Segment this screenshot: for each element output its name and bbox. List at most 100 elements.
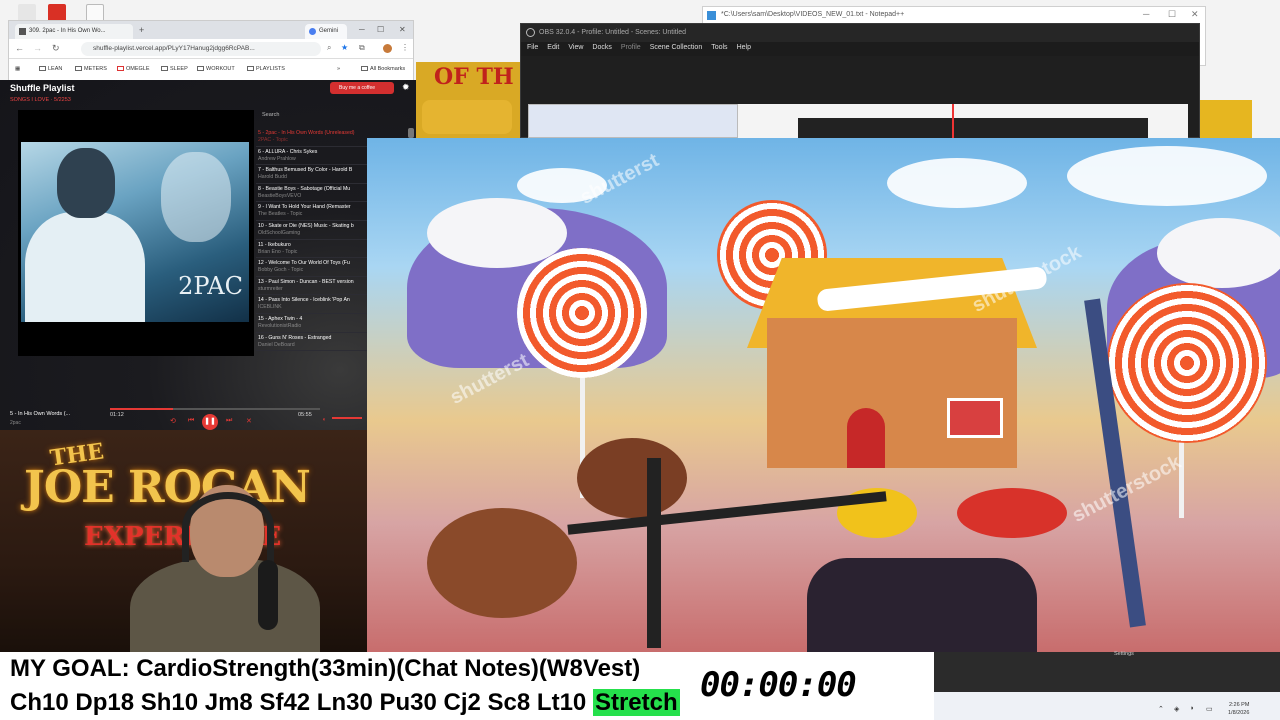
- tracklist-scrollbar[interactable]: [408, 128, 414, 138]
- tray-battery-icon[interactable]: ▭: [1206, 705, 1213, 713]
- time-current: 01:12: [110, 412, 124, 418]
- preview-red-line: [952, 104, 954, 138]
- profile-avatar-icon[interactable]: [383, 44, 392, 53]
- house-door: [847, 408, 885, 468]
- album-figure-head: [57, 148, 115, 218]
- menu-docks[interactable]: Docks: [592, 44, 611, 56]
- maximize-icon[interactable]: ☐: [1168, 9, 1176, 20]
- menu-dots-icon[interactable]: ⋮: [401, 43, 409, 52]
- reload-icon[interactable]: ↻: [52, 43, 60, 54]
- track-item[interactable]: 15 - Aphex Twin - 4 RevolutionistRadio: [256, 314, 368, 333]
- back-icon[interactable]: ←: [15, 43, 24, 53]
- settings-gear-icon[interactable]: ✹: [402, 82, 410, 93]
- track-item[interactable]: 13 - Paul Simon - Duncan - BEST version s…: [256, 277, 368, 296]
- track-item[interactable]: 14 - Pass Into Silence - Iceblink 'Pop A…: [256, 295, 368, 314]
- candy-land-video: shutterst shutterstock shutterst shutter…: [367, 138, 1280, 652]
- pause-button[interactable]: ❚❚: [202, 414, 218, 430]
- obs-settings-button[interactable]: Settings: [1114, 651, 1134, 657]
- notepad-app-icon: [707, 11, 716, 20]
- volume-icon[interactable]: ◖: [322, 417, 326, 423]
- preview-obs-thumb: [798, 118, 1148, 138]
- window-restore-icon[interactable]: ☐: [377, 25, 384, 34]
- tab-favicon: [19, 28, 26, 35]
- tab-shuffle-playlist[interactable]: 309. 2pac - In His Own Wo...: [15, 24, 133, 39]
- bookmark-meters[interactable]: METERS: [75, 66, 107, 72]
- menu-scene-collection[interactable]: Scene Collection: [650, 44, 703, 56]
- workout-timer: 00:00:00: [698, 665, 934, 705]
- repeat-icon[interactable]: ⟲: [170, 417, 176, 425]
- stretch-highlight: Stretch: [592, 689, 680, 716]
- obs-title: OBS 32.0.4 - Profile: Untitled - Scenes:…: [539, 29, 687, 36]
- forward-icon[interactable]: →: [33, 43, 42, 53]
- track-item[interactable]: 5 - 2pac - In His Own Words (Unreleased)…: [256, 128, 368, 147]
- lollipop: [517, 248, 647, 378]
- tab-strip: 309. 2pac - In His Own Wo... + Gemini ─ …: [9, 21, 413, 39]
- next-icon[interactable]: ⏭: [226, 417, 232, 425]
- extensions-icon[interactable]: ⧉: [359, 43, 365, 53]
- background-capture: OF TH: [416, 62, 520, 138]
- tray-network-icon[interactable]: ◈: [1174, 705, 1179, 713]
- minimize-icon[interactable]: ─: [1143, 9, 1149, 19]
- track-item[interactable]: 9 - I Want To Hold Your Hand (Remaster Th…: [256, 202, 368, 221]
- red-candy: [957, 488, 1067, 538]
- joe-rogan-video: THE JOE ROGAN EXPERIENCE: [0, 430, 368, 652]
- desktop: *C:\Users\sam\Desktop\VIDEOS_NEW_01.txt …: [0, 0, 1280, 720]
- obs-logo-icon: [526, 28, 535, 37]
- all-bookmarks[interactable]: All Bookmarks: [361, 66, 405, 72]
- track-item[interactable]: 11 - Ikebukuro Brian Eno - Topic: [256, 240, 368, 259]
- window-minimize-icon[interactable]: ─: [359, 25, 365, 34]
- track-item[interactable]: 12 - Welcome To Our World Of Toys (Fu Bob…: [256, 258, 368, 277]
- new-tab-icon[interactable]: +: [139, 25, 144, 35]
- previous-icon[interactable]: ⏮: [188, 417, 194, 425]
- tab-gemini-title: Gemini: [319, 28, 339, 34]
- zoom-icon[interactable]: ⌕: [327, 43, 331, 53]
- bookmarks-bar: ▦ LEAN METERS OMEGLE SLEEP WORKOUT PLAYL…: [9, 59, 413, 80]
- donut: [427, 508, 577, 618]
- obs-window[interactable]: OBS 32.0.4 - Profile: Untitled - Scenes:…: [520, 23, 1200, 138]
- menu-profile[interactable]: Profile: [621, 44, 641, 56]
- buy-coffee-button[interactable]: Buy me a coffee: [330, 82, 394, 94]
- notepad-titlebar[interactable]: *C:\Users\sam\Desktop\VIDEOS_NEW_01.txt …: [703, 7, 1205, 23]
- track-item[interactable]: 10 - Skate or Die (NES) Music - Skating …: [256, 221, 368, 240]
- bookmark-lean[interactable]: LEAN: [39, 66, 62, 72]
- tab-gemini[interactable]: Gemini: [305, 24, 347, 39]
- progress-bar[interactable]: [110, 408, 320, 410]
- browser-window[interactable]: 309. 2pac - In His Own Wo... + Gemini ─ …: [8, 20, 414, 80]
- bookmark-sleep[interactable]: SLEEP: [161, 66, 188, 72]
- menu-file[interactable]: File: [527, 44, 538, 56]
- tray-volume-icon[interactable]: ◗: [1190, 705, 1194, 712]
- menu-edit[interactable]: Edit: [547, 44, 559, 56]
- bookmark-workout[interactable]: WORKOUT: [197, 66, 235, 72]
- url-text: shuffle-playlist.vercel.app/PLyY17Hanug2…: [93, 45, 255, 52]
- bookmark-omegle[interactable]: OMEGLE: [117, 66, 150, 72]
- bookmarks-overflow-icon[interactable]: »: [337, 66, 340, 72]
- taskbar-clock[interactable]: 2:26 PM 1/8/2026: [1228, 701, 1249, 717]
- track-item[interactable]: 7 - Balthus Bemused By Color - Harold BH…: [256, 165, 368, 184]
- now-playing-title: 5 - In His Own Words (...: [10, 411, 71, 417]
- app-title: Shuffle Playlist: [10, 83, 75, 93]
- close-icon[interactable]: ✕: [1191, 9, 1199, 20]
- track-item[interactable]: 6 - ALLURA - Chris Sykes Andrew Prahlow: [256, 147, 368, 166]
- track-item[interactable]: 8 - Beastie Boys - Sabotage (Official Mu…: [256, 184, 368, 203]
- volume-slider[interactable]: [332, 417, 362, 419]
- progress-fill: [110, 408, 173, 410]
- bike-seat: [807, 558, 1037, 652]
- sign-joe-rogan: JOE ROGAN: [24, 462, 311, 513]
- bookmark-star-icon[interactable]: ★: [341, 43, 348, 52]
- address-bar[interactable]: shuffle-playlist.vercel.app/PLyY17Hanug2…: [81, 42, 321, 56]
- apps-grid-icon[interactable]: ▦: [15, 66, 20, 72]
- menu-help[interactable]: Help: [737, 44, 751, 56]
- track-item[interactable]: 16 - Guns N' Roses - Estranged Daniel DeB…: [256, 333, 368, 352]
- tray-chevron-icon[interactable]: ⌃: [1158, 705, 1164, 713]
- obs-controls-dock: [934, 652, 1280, 692]
- stats-text: Ch10 Dp18 Sh10 Jm8 Sf42 Ln30 Pu30 Cj2 Sc…: [10, 689, 587, 716]
- obs-titlebar[interactable]: OBS 32.0.4 - Profile: Untitled - Scenes:…: [521, 24, 1199, 42]
- menu-view[interactable]: View: [568, 44, 583, 56]
- bookmark-playlists[interactable]: PLAYLISTS: [247, 66, 285, 72]
- window-close-icon[interactable]: ✕: [399, 25, 406, 34]
- shuffle-icon[interactable]: ✕: [246, 417, 252, 425]
- headphones: [182, 492, 274, 562]
- album-art: 2PAC: [18, 110, 254, 356]
- search-label[interactable]: Search: [262, 112, 279, 118]
- menu-tools[interactable]: Tools: [711, 44, 727, 56]
